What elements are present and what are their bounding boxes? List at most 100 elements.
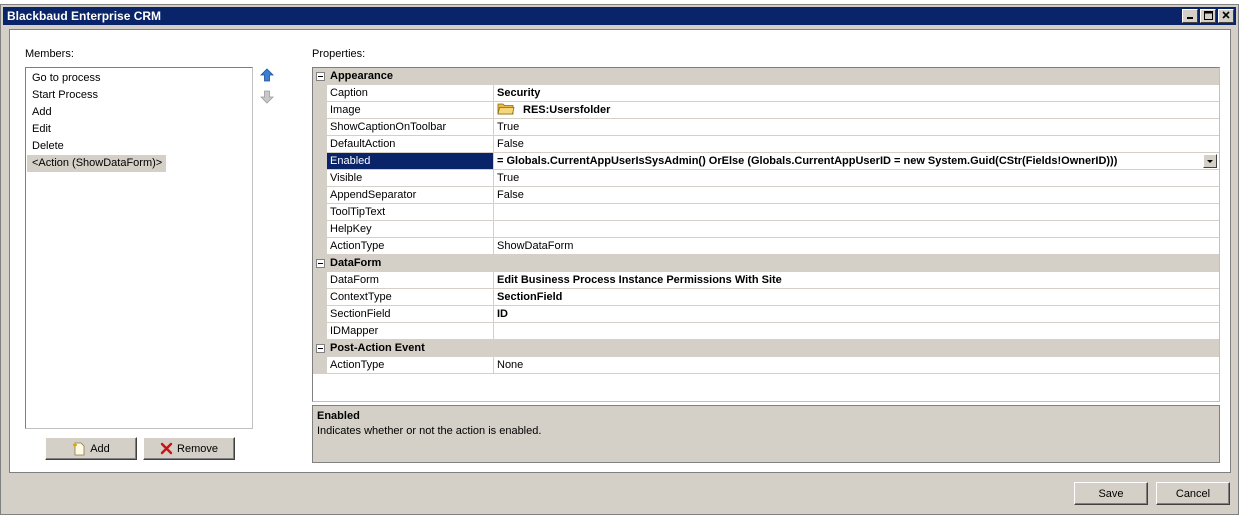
enabled-value-editor[interactable]: = Globals.CurrentAppUserIsSysAdmin() OrE… [494,153,1219,170]
maximize-button[interactable] [1200,9,1216,23]
property-name: IDMapper [327,323,494,340]
property-row[interactable]: ActionType ShowDataForm [313,238,1219,255]
dropdown-button[interactable] [1203,154,1217,168]
property-grid[interactable]: Appearance Caption Security Image RES:Us… [312,67,1220,402]
row-gutter [313,238,327,255]
property-value[interactable] [494,221,1219,238]
cancel-button[interactable]: Cancel [1156,482,1230,505]
property-row[interactable]: ContextType SectionField [313,289,1219,306]
property-name: ActionType [327,238,494,255]
collapse-icon[interactable] [316,344,325,353]
property-value[interactable]: False [494,187,1219,204]
remove-button-label: Remove [177,442,218,455]
property-description-panel: Enabled Indicates whether or not the act… [312,405,1220,463]
members-list[interactable]: Go to process Start Process Add Edit Del… [25,67,253,429]
row-gutter [313,204,327,221]
row-gutter [313,306,327,323]
category-post-action-event[interactable]: Post-Action Event [313,340,1219,357]
property-value[interactable]: SectionField [494,289,1219,306]
property-name: DataForm [327,272,494,289]
member-item[interactable]: Edit [27,121,55,138]
save-button-label: Save [1098,487,1124,500]
property-name: AppendSeparator [327,187,494,204]
category-name: Post-Action Event [330,342,425,354]
enabled-expression: = Globals.CurrentAppUserIsSysAdmin() OrE… [497,155,1118,167]
category-dataform[interactable]: DataForm [313,255,1219,272]
row-gutter [313,170,327,187]
add-document-icon [73,442,85,455]
property-name: ShowCaptionOnToolbar [327,119,494,136]
property-value[interactable]: ShowDataForm [494,238,1219,255]
property-value[interactable]: None [494,357,1219,374]
image-value-text: RES:Usersfolder [523,104,611,116]
property-value[interactable] [494,204,1219,221]
members-label: Members: [25,48,74,60]
property-row-selected[interactable]: Enabled = Globals.CurrentAppUserIsSysAdm… [313,153,1219,170]
property-row[interactable]: DefaultAction False [313,136,1219,153]
member-item-selected[interactable]: <Action (ShowDataForm)> [27,155,167,172]
collapse-icon[interactable] [316,259,325,268]
row-gutter [313,221,327,238]
property-row[interactable]: HelpKey [313,221,1219,238]
property-row[interactable]: ShowCaptionOnToolbar True [313,119,1219,136]
property-row[interactable]: ActionType None [313,357,1219,374]
property-name: DefaultAction [327,136,494,153]
move-down-button[interactable] [260,90,274,104]
row-gutter [313,102,327,119]
description-text: Indicates whether or not the action is e… [317,425,542,437]
member-item[interactable]: Start Process [27,87,102,104]
property-name: Image [327,102,494,119]
property-row[interactable]: SectionField ID [313,306,1219,323]
property-value-image[interactable]: RES:Usersfolder [494,102,1219,119]
property-name: ToolTipText [327,204,494,221]
member-item[interactable]: Delete [27,138,68,155]
folder-icon [497,103,515,115]
arrow-down-icon [260,90,274,104]
collapse-icon[interactable] [316,72,325,81]
dialog-window: Blackbaud Enterprise CRM Members: Go to … [0,4,1239,515]
minimize-button[interactable] [1182,9,1198,23]
property-value[interactable]: ID [494,306,1219,323]
title-bar: Blackbaud Enterprise CRM [3,7,1236,25]
row-gutter [313,323,327,340]
property-row[interactable]: DataForm Edit Business Process Instance … [313,272,1219,289]
property-name-selected: Enabled [327,153,494,170]
property-row[interactable]: Image RES:Usersfolder [313,102,1219,119]
window-title: Blackbaud Enterprise CRM [7,9,162,23]
properties-label: Properties: [312,48,366,60]
member-item[interactable]: Add [27,104,56,121]
property-row[interactable]: AppendSeparator False [313,187,1219,204]
category-appearance[interactable]: Appearance [313,68,1219,85]
property-value[interactable]: True [494,119,1219,136]
property-row[interactable]: IDMapper [313,323,1219,340]
property-name: ActionType [327,357,494,374]
cancel-button-label: Cancel [1175,487,1211,500]
property-value[interactable]: True [494,170,1219,187]
property-name: Visible [327,170,494,187]
property-value[interactable]: Edit Business Process Instance Permissio… [494,272,1219,289]
move-up-button[interactable] [260,68,274,82]
close-button[interactable] [1218,9,1234,23]
row-gutter [313,187,327,204]
row-gutter [313,136,327,153]
row-gutter [313,357,327,374]
save-button[interactable]: Save [1074,482,1148,505]
property-row[interactable]: Visible True [313,170,1219,187]
remove-member-button[interactable]: Remove [143,437,235,460]
row-gutter [313,153,327,170]
dialog-content: Members: Go to process Start Process Add… [9,29,1231,473]
property-name: Caption [327,85,494,102]
add-member-button[interactable]: Add [45,437,137,460]
property-value[interactable]: Security [494,85,1219,102]
property-name: ContextType [327,289,494,306]
member-item[interactable]: Go to process [27,70,104,87]
property-row[interactable]: Caption Security [313,85,1219,102]
row-gutter [313,289,327,306]
property-value[interactable] [494,323,1219,340]
arrow-up-icon [260,68,274,82]
property-row[interactable]: ToolTipText [313,204,1219,221]
maximize-icon [1203,11,1213,20]
property-value[interactable]: False [494,136,1219,153]
row-gutter [313,85,327,102]
remove-x-icon [160,442,173,455]
